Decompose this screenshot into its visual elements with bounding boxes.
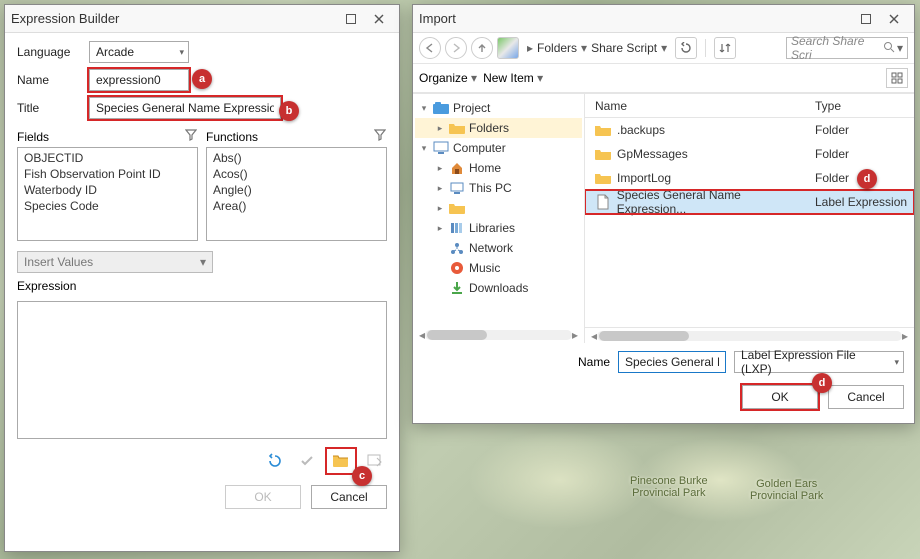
eb-cancel-button[interactable]: Cancel xyxy=(311,485,387,509)
eb-ok-button: OK xyxy=(225,485,301,509)
nav-refresh-button[interactable] xyxy=(675,37,697,59)
function-item[interactable]: Angle() xyxy=(207,182,386,198)
nav-sort-button[interactable] xyxy=(714,37,736,59)
tree-empty[interactable]: ▸ xyxy=(415,198,582,218)
nav-map-icon[interactable] xyxy=(497,37,519,59)
folder-tree[interactable]: ▾ Project ▸ Folders ▾ Computer ▸ xyxy=(413,94,585,343)
callout-a: a xyxy=(192,69,212,89)
expression-label: Expression xyxy=(17,279,387,293)
tree-music[interactable]: Music xyxy=(415,258,582,278)
nav-up-button[interactable] xyxy=(471,37,493,59)
tree-folders[interactable]: ▸ Folders xyxy=(415,118,582,138)
search-input[interactable]: Search Share Scri ▾ xyxy=(786,37,908,59)
function-item[interactable]: Abs() xyxy=(207,150,386,166)
functions-label: Functions xyxy=(206,130,258,144)
tree-home[interactable]: ▸ Home xyxy=(415,158,582,178)
map-label-pinecone: Pinecone BurkeProvincial Park xyxy=(630,475,708,499)
reset-icon[interactable] xyxy=(263,450,287,472)
import-dialog: Import ▸ Folders ▾ Share Script xyxy=(412,4,915,424)
name-label: Name xyxy=(17,73,79,87)
expression-builder-title: Expression Builder xyxy=(11,11,337,26)
nav-forward-button[interactable] xyxy=(445,37,467,59)
callout-d1: d xyxy=(857,169,877,189)
fields-list[interactable]: OBJECTIDFish Observation Point IDWaterbo… xyxy=(17,147,198,241)
organize-menu[interactable]: Organize ▾ xyxy=(419,71,477,85)
file-list[interactable]: .backupsFolderGpMessagesFolderImportLogF… xyxy=(585,118,914,327)
nav-back-button[interactable] xyxy=(419,37,441,59)
tree-network[interactable]: Network xyxy=(415,238,582,258)
filetype-select[interactable]: Label Expression File (LXP)▾ xyxy=(734,351,904,373)
fields-filter-icon[interactable] xyxy=(184,129,198,144)
title-input[interactable] xyxy=(89,97,281,119)
import-folder-button[interactable] xyxy=(327,449,355,473)
file-row[interactable]: GpMessagesFolder xyxy=(585,142,914,166)
function-item[interactable]: Acos() xyxy=(207,166,386,182)
import-name-input[interactable] xyxy=(618,351,726,373)
file-list-hscroll[interactable]: ◂ ▸ xyxy=(585,327,914,343)
import-maximize-button[interactable] xyxy=(852,9,880,29)
map-label-golden: Golden EarsProvincial Park xyxy=(750,478,823,502)
import-title: Import xyxy=(419,11,852,26)
validate-icon[interactable] xyxy=(295,450,319,472)
file-row[interactable]: Species General Name Expression...Label … xyxy=(585,190,914,214)
eb-close-button[interactable] xyxy=(365,9,393,29)
field-item[interactable]: Waterbody ID xyxy=(18,182,197,198)
expression-builder-titlebar: Expression Builder xyxy=(5,5,399,33)
expression-textarea[interactable] xyxy=(17,301,387,439)
functions-list[interactable]: Abs()Acos()Angle()Area() xyxy=(206,147,387,241)
field-item[interactable]: OBJECTID xyxy=(18,150,197,166)
field-item[interactable]: Species Code xyxy=(18,198,197,214)
language-label: Language xyxy=(17,45,79,59)
functions-filter-icon[interactable] xyxy=(373,129,387,144)
tree-project[interactable]: ▾ Project xyxy=(415,98,582,118)
tree-computer[interactable]: ▾ Computer xyxy=(415,138,582,158)
import-cancel-button[interactable]: Cancel xyxy=(828,385,904,409)
tree-libraries[interactable]: ▸ Libraries xyxy=(415,218,582,238)
import-close-button[interactable] xyxy=(880,9,908,29)
callout-c: c xyxy=(352,466,372,486)
eb-maximize-button[interactable] xyxy=(337,9,365,29)
insert-values-dropdown[interactable]: Insert Values▾ xyxy=(17,251,213,273)
name-input[interactable] xyxy=(89,69,189,91)
tree-thispc[interactable]: ▸ This PC xyxy=(415,178,582,198)
function-item[interactable]: Area() xyxy=(207,198,386,214)
view-mode-button[interactable] xyxy=(886,68,908,88)
language-select[interactable]: Arcade▾ xyxy=(89,41,189,63)
callout-b: b xyxy=(279,101,299,121)
import-ok-button[interactable]: OK xyxy=(742,385,818,409)
callout-d2: d xyxy=(812,373,832,393)
fields-label: Fields xyxy=(17,130,49,144)
import-name-label: Name xyxy=(578,355,610,369)
field-item[interactable]: Fish Observation Point ID xyxy=(18,166,197,182)
import-titlebar: Import xyxy=(413,5,914,33)
tree-downloads[interactable]: Downloads xyxy=(415,278,582,298)
file-list-headers[interactable]: Name Type xyxy=(585,94,914,118)
new-item-menu[interactable]: New Item ▾ xyxy=(483,71,543,85)
file-row[interactable]: .backupsFolder xyxy=(585,118,914,142)
title-label: Title xyxy=(17,101,79,115)
breadcrumb[interactable]: ▸ Folders ▾ Share Script ▾ xyxy=(527,41,667,55)
search-placeholder: Search Share Scri xyxy=(791,34,883,62)
